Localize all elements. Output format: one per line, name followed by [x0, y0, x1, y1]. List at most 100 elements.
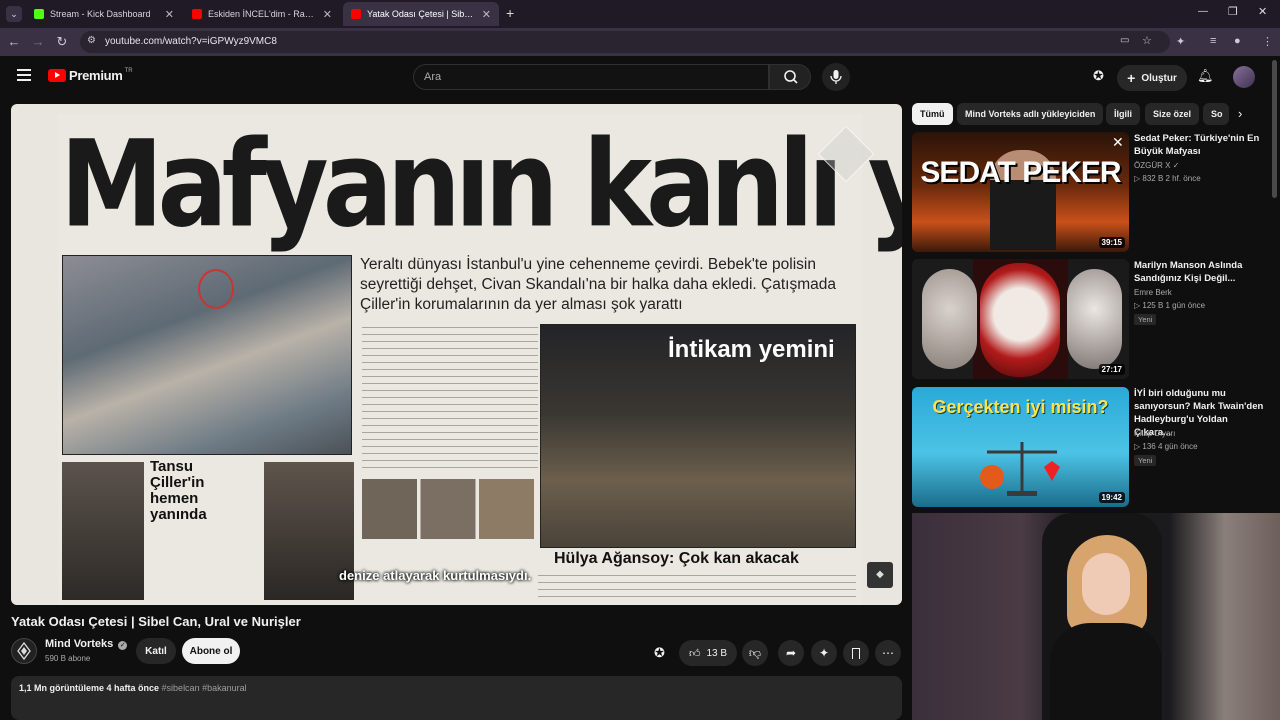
rec-meta: ▷ 832 B 2 hf. önce [1134, 174, 1201, 183]
video-thumbnail[interactable]: SEDAT PEKER 39:15 [912, 132, 1129, 252]
share-button[interactable]: ➦ [778, 640, 804, 666]
more-actions-button[interactable]: ⋯ [875, 640, 901, 666]
chevron-right-icon[interactable]: › [1238, 106, 1242, 121]
chip-from-uploader[interactable]: Mind Vorteks adlı yükleyiciden [957, 103, 1104, 125]
sparkle-icon: ✦ [818, 646, 830, 660]
bookmark-star-icon[interactable]: ☆ [1142, 34, 1152, 47]
logo-region: TR [124, 67, 133, 74]
recommended-video[interactable]: SEDAT PEKER 39:15 ✕ Sedat Peker: Türkiye… [912, 132, 1270, 252]
close-tab-icon[interactable]: ✕ [323, 8, 332, 21]
youtube-play-icon [48, 69, 66, 82]
video-thumbnail[interactable]: Gerçekten iyi misin? 19:42 [912, 387, 1129, 507]
logo-text: Premium [69, 68, 123, 83]
address-bar-row: ← → ↻ ⚙ youtube.com/watch?v=iGPWyz9VMC8 … [0, 28, 1280, 56]
url-field[interactable]: ⚙ youtube.com/watch?v=iGPWyz9VMC8 ▭ ☆ [80, 31, 1170, 53]
video-player[interactable]: Mafyanın kanlı yüzü Yeraltı dünyası İsta… [11, 104, 902, 605]
video-subtitle: denize atlayarak kurtulmasıydı. [339, 568, 532, 583]
rec-title[interactable]: Sedat Peker: Türkiye'nin En Büyük Mafyas… [1134, 132, 1264, 158]
description-box[interactable]: 1,1 Mn görüntüleme 4 hafta önce #sibelca… [11, 676, 902, 720]
newspaper-page: Mafyanın kanlı yüzü Yeraltı dünyası İsta… [58, 114, 902, 605]
portrait-row-small [362, 479, 534, 539]
browser-tab-kick[interactable]: Stream - Kick Dashboard ✕ [26, 2, 182, 26]
video-duration: 39:15 [1098, 237, 1125, 248]
ambient-mode-button[interactable]: ◆ [867, 562, 893, 588]
like-count: 13 B [706, 647, 728, 659]
new-badge: Yeni [1134, 455, 1157, 466]
join-button[interactable]: Katıl [136, 638, 176, 664]
browser-tab-incel[interactable]: Eskiden İNCEL'dim - Rahatsız Ed ✕ [184, 2, 340, 26]
rec-channel[interactable]: Kitap Diyarı [1134, 429, 1175, 438]
premium-icon[interactable]: ✪ [654, 645, 665, 661]
hashtags[interactable]: #sibelcan #bakanural [162, 683, 247, 693]
voice-search-button[interactable] [822, 63, 850, 91]
tab-search-button[interactable]: ⌄ [6, 6, 22, 22]
plus-icon: + [1127, 70, 1136, 86]
subscribe-button[interactable]: Abone ol [182, 638, 240, 664]
rec-channel-text: ÖZGÜR X [1134, 161, 1171, 170]
minimize-icon[interactable]: — [1198, 6, 1208, 17]
rec-title[interactable]: Marilyn Manson Aslında Sandığınız Kişi D… [1134, 259, 1264, 285]
video-duration: 27:17 [1098, 364, 1125, 375]
video-thumbnail[interactable]: 27:17 [912, 259, 1129, 379]
browser-tab-active[interactable]: Yatak Odası Çetesi | Sibel Ca ✕ [343, 2, 499, 26]
bookmark-icon [852, 647, 860, 659]
extensions-icon[interactable]: ✦ [1176, 35, 1185, 48]
thumbs-up-icon: 👍︎ [688, 647, 701, 660]
dislike-button[interactable]: 👎︎ [742, 640, 768, 666]
ask-ai-button[interactable]: ✦ [811, 640, 837, 666]
back-icon[interactable]: ← [6, 34, 22, 49]
chip-all[interactable]: Tümü [912, 103, 953, 125]
recommended-video[interactable]: 27:17 Marilyn Manson Aslında Sandığınız … [912, 259, 1270, 379]
rec-channel[interactable]: ÖZGÜR X ✓ [1134, 161, 1179, 170]
thumb-text: SEDAT PEKER [920, 156, 1121, 189]
chip-more[interactable]: So [1203, 103, 1229, 125]
newspaper-subhead-revenge: İntikam yemini [668, 336, 835, 363]
save-button[interactable] [843, 640, 869, 666]
restore-icon[interactable]: ❐ [1228, 5, 1238, 18]
search-icon [784, 70, 798, 84]
close-tab-icon[interactable]: ✕ [165, 8, 174, 21]
user-avatar[interactable] [1233, 66, 1255, 88]
chip-related[interactable]: İlgili [1106, 103, 1140, 125]
premium-sparkle-icon[interactable]: ✪ [1093, 68, 1104, 84]
rec-channel[interactable]: Emre Berk [1134, 288, 1172, 297]
close-window-icon[interactable]: ✕ [1258, 5, 1267, 18]
verified-icon: ✓ [118, 641, 128, 650]
recommended-video[interactable]: Gerçekten iyi misin? 19:42 İYİ biri oldu… [912, 387, 1270, 507]
view-count-date: 1,1 Mn görüntüleme 4 hafta önce [19, 683, 160, 693]
channel-avatar[interactable] [11, 638, 37, 664]
channel-name[interactable]: Mind Vorteks ✓ [45, 638, 128, 650]
search-button[interactable] [769, 64, 811, 90]
share-icon: ➦ [785, 646, 797, 660]
notifications-bell-icon[interactable]: 🔔︎ [1197, 68, 1214, 84]
chip-for-you[interactable]: Size özel [1145, 103, 1200, 125]
forward-icon[interactable]: → [30, 34, 46, 49]
profile-icon[interactable]: ● [1234, 35, 1241, 47]
newspaper-subhead-ciller: Tansu Çiller'in hemen yanında [150, 458, 207, 523]
tab-title: Stream - Kick Dashboard [50, 9, 151, 19]
webcam-person-body [1050, 623, 1162, 720]
thumb-face-right [1067, 269, 1122, 369]
youtube-header: Premium TR Ara ✪ + Oluştur 🔔︎ [0, 56, 1280, 100]
thumb-text: Gerçekten iyi misin? [932, 397, 1109, 417]
menu-kebab-icon[interactable]: ⋮ [1262, 35, 1273, 48]
media-icon[interactable]: ≡ [1210, 35, 1216, 47]
reload-icon[interactable]: ↻ [54, 34, 70, 50]
new-tab-button[interactable]: + [506, 5, 514, 21]
newspaper-body-columns [362, 324, 538, 474]
browser-tab-bar: ⌄ Stream - Kick Dashboard ✕ Eskiden İNCE… [0, 0, 1280, 28]
newspaper-headline: Mafyanın kanlı yüzü [60, 114, 902, 255]
subscriber-count: 590 B abone [45, 654, 91, 663]
create-label: Oluştur [1141, 72, 1177, 84]
hamburger-menu-icon[interactable] [17, 69, 31, 81]
cast-icon[interactable]: ▭ [1120, 35, 1129, 46]
verified-icon: ✓ [1172, 161, 1180, 170]
close-tab-icon[interactable]: ✕ [482, 8, 491, 21]
like-button[interactable]: 👍︎ 13 B [679, 640, 737, 666]
youtube-logo[interactable]: Premium TR [48, 68, 133, 83]
channel-name-text: Mind Vorteks [45, 638, 114, 650]
create-button[interactable]: + Oluştur [1117, 65, 1187, 91]
site-info-icon[interactable]: ⚙ [87, 35, 96, 46]
page-scrollbar[interactable] [1272, 60, 1277, 198]
search-input[interactable]: Ara [413, 64, 769, 90]
